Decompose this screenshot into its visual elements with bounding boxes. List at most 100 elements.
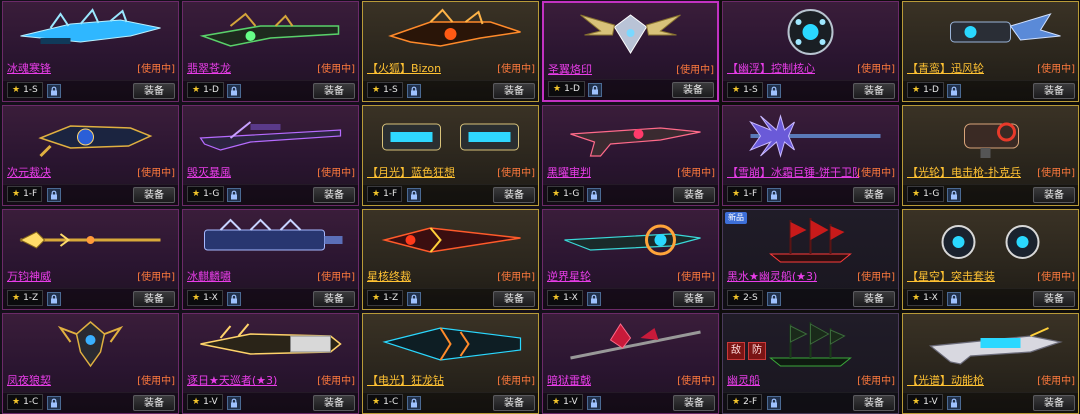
rank-code: 1-S [23, 85, 38, 95]
equip-button[interactable]: 装备 [493, 291, 535, 307]
weapon-card-left-6[interactable]: 毁灭暴風 [使用中] ★ 1-G 装备 [182, 105, 359, 206]
equip-button[interactable]: 装备 [313, 291, 355, 307]
weapon-name[interactable]: 凤夜狼契 [7, 372, 51, 388]
equip-button[interactable]: 装备 [313, 83, 355, 99]
lock-icon[interactable] [227, 292, 241, 306]
weapon-card-left-16[interactable]: 暗狱雷戟 [使用中] ★ 1-V 装备 [542, 313, 719, 414]
weapon-card-right-8[interactable]: 【光谱】动能枪 [使用中] ★ 1-V 装备 [902, 313, 1079, 414]
lock-icon[interactable] [767, 84, 781, 98]
weapon-name[interactable]: 【雪崩】冰霜巨锤-饼干卫队 [727, 164, 859, 180]
weapon-card-right-4[interactable]: 【光轮】电击枪-扑克兵 [使用中] ★ 1-G 装备 [902, 105, 1079, 206]
weapon-name[interactable]: 次元裁决 [7, 164, 51, 180]
equip-button[interactable]: 装备 [672, 82, 714, 98]
equip-button[interactable]: 装备 [673, 395, 715, 411]
weapon-card-left-4[interactable]: 圣翼烙印 [使用中] ★ 1-D 装备 [542, 1, 719, 102]
weapon-card-left-2[interactable]: 翡翠苍龙 [使用中] ★ 1-D 装备 [182, 1, 359, 102]
lock-icon[interactable] [588, 83, 602, 97]
equip-button[interactable]: 装备 [1033, 187, 1075, 203]
lock-icon[interactable] [47, 292, 61, 306]
weapon-card-left-15[interactable]: 【电光】狂龙钻 [使用中] ★ 1-C 装备 [362, 313, 539, 414]
rank-badge: ★ 1-C [7, 394, 44, 410]
weapon-card-right-3[interactable]: 【雪崩】冰霜巨锤-饼干卫队 [使用中] ★ 1-F 装备 [722, 105, 899, 206]
weapon-name[interactable]: 【星空】突击套装 [907, 268, 995, 284]
lock-icon[interactable] [227, 188, 241, 202]
equip-button[interactable]: 装备 [1033, 291, 1075, 307]
weapon-name[interactable]: 【青鸾】迅风轮 [907, 60, 984, 76]
lock-icon[interactable] [47, 396, 61, 410]
equip-button[interactable]: 装备 [853, 395, 895, 411]
equip-button[interactable]: 装备 [853, 291, 895, 307]
equip-button[interactable]: 装备 [493, 395, 535, 411]
lock-icon[interactable] [947, 292, 961, 306]
weapon-name[interactable]: 幽灵船 [727, 372, 760, 388]
equip-button[interactable]: 装备 [1033, 83, 1075, 99]
lock-icon[interactable] [947, 188, 961, 202]
weapon-card-left-5[interactable]: 次元裁决 [使用中] ★ 1-F 装备 [2, 105, 179, 206]
equip-button[interactable]: 装备 [313, 395, 355, 411]
weapon-card-right-7[interactable]: 幽灵船 [使用中] ★ 2-F 装备 敌防 [722, 313, 899, 414]
weapon-name[interactable]: 翡翠苍龙 [187, 60, 231, 76]
lock-icon[interactable] [587, 292, 601, 306]
weapon-name[interactable]: 【光谱】动能枪 [907, 372, 984, 388]
weapon-card-left-12[interactable]: 逆界星轮 [使用中] ★ 1-X 装备 [542, 209, 719, 310]
weapon-name[interactable]: 冰魂寒锋 [7, 60, 51, 76]
lock-icon[interactable] [947, 396, 961, 410]
in-use-status: [使用中] [497, 64, 535, 75]
equip-button[interactable]: 装备 [133, 83, 175, 99]
weapon-card-left-10[interactable]: 冰麒麟嘯 [使用中] ★ 1-X 装备 [182, 209, 359, 310]
weapon-name[interactable]: 圣翼烙印 [548, 61, 592, 77]
weapon-card-left-3[interactable]: 【火狐】Bizon [使用中] ★ 1-S 装备 [362, 1, 539, 102]
lock-icon[interactable] [407, 292, 421, 306]
lock-icon[interactable] [47, 188, 61, 202]
equip-button[interactable]: 装备 [853, 187, 895, 203]
weapon-name[interactable]: 逆界星轮 [547, 268, 591, 284]
weapon-card-right-2[interactable]: 【青鸾】迅风轮 [使用中] ★ 1-D 装备 [902, 1, 1079, 102]
equip-button[interactable]: 装备 [853, 83, 895, 99]
weapon-card-left-9[interactable]: 万钧神威 [使用中] ★ 1-Z 装备 [2, 209, 179, 310]
lock-icon[interactable] [227, 396, 241, 410]
weapon-card-left-1[interactable]: 冰魂寒锋 [使用中] ★ 1-S 装备 [2, 1, 179, 102]
equip-button[interactable]: 装备 [133, 395, 175, 411]
weapon-name[interactable]: 黑曜审判 [547, 164, 591, 180]
weapon-card-left-13[interactable]: 凤夜狼契 [使用中] ★ 1-C 装备 [2, 313, 179, 414]
lock-icon[interactable] [767, 396, 781, 410]
weapon-name[interactable]: 【月光】蓝色狂想 [367, 164, 455, 180]
lock-icon[interactable] [587, 188, 601, 202]
lock-icon[interactable] [767, 292, 781, 306]
weapon-card-right-1[interactable]: 【幽浮】控制核心 [使用中] ★ 1-S 装备 [722, 1, 899, 102]
equip-button[interactable]: 装备 [493, 83, 535, 99]
lock-icon[interactable] [947, 84, 961, 98]
weapon-name[interactable]: 【光轮】电击枪-扑克兵 [907, 164, 1021, 180]
weapon-name[interactable]: 万钧神威 [7, 268, 51, 284]
equip-button[interactable]: 装备 [313, 187, 355, 203]
weapon-name[interactable]: 逐日★天巡者(★3) [187, 372, 277, 388]
equip-button[interactable]: 装备 [673, 187, 715, 203]
equip-button[interactable]: 装备 [133, 291, 175, 307]
weapon-name[interactable]: 冰麒麟嘯 [187, 268, 231, 284]
lock-icon[interactable] [227, 84, 241, 98]
weapon-name[interactable]: 星核终裁 [367, 268, 411, 284]
equip-button[interactable]: 装备 [493, 187, 535, 203]
lock-icon[interactable] [767, 188, 781, 202]
lock-icon[interactable] [47, 84, 61, 98]
weapon-name[interactable]: 毁灭暴風 [187, 164, 231, 180]
weapon-card-right-6[interactable]: 【星空】突击套装 [使用中] ★ 1-X 装备 [902, 209, 1079, 310]
lock-icon[interactable] [407, 84, 421, 98]
weapon-name[interactable]: 暗狱雷戟 [547, 372, 591, 388]
equip-button[interactable]: 装备 [1033, 395, 1075, 411]
equip-button[interactable]: 装备 [673, 291, 715, 307]
weapon-card-left-8[interactable]: 黑曜审判 [使用中] ★ 1-G 装备 [542, 105, 719, 206]
lock-icon[interactable] [407, 396, 421, 410]
equip-button[interactable]: 装备 [133, 187, 175, 203]
rank-code: 1-D [923, 85, 939, 95]
weapon-card-right-5[interactable]: 黑水★幽灵船(★3) [使用中] ★ 2-S 装备 新品 [722, 209, 899, 310]
weapon-name[interactable]: 黑水★幽灵船(★3) [727, 268, 817, 284]
lock-icon[interactable] [587, 396, 601, 410]
weapon-card-left-11[interactable]: 星核终裁 [使用中] ★ 1-Z 装备 [362, 209, 539, 310]
weapon-name[interactable]: 【电光】狂龙钻 [367, 372, 444, 388]
weapon-name[interactable]: 【幽浮】控制核心 [727, 60, 815, 76]
lock-icon[interactable] [407, 188, 421, 202]
weapon-name[interactable]: 【火狐】Bizon [367, 60, 441, 76]
weapon-card-left-7[interactable]: 【月光】蓝色狂想 [使用中] ★ 1-F 装备 [362, 105, 539, 206]
weapon-card-left-14[interactable]: 逐日★天巡者(★3) [使用中] ★ 1-V 装备 [182, 313, 359, 414]
